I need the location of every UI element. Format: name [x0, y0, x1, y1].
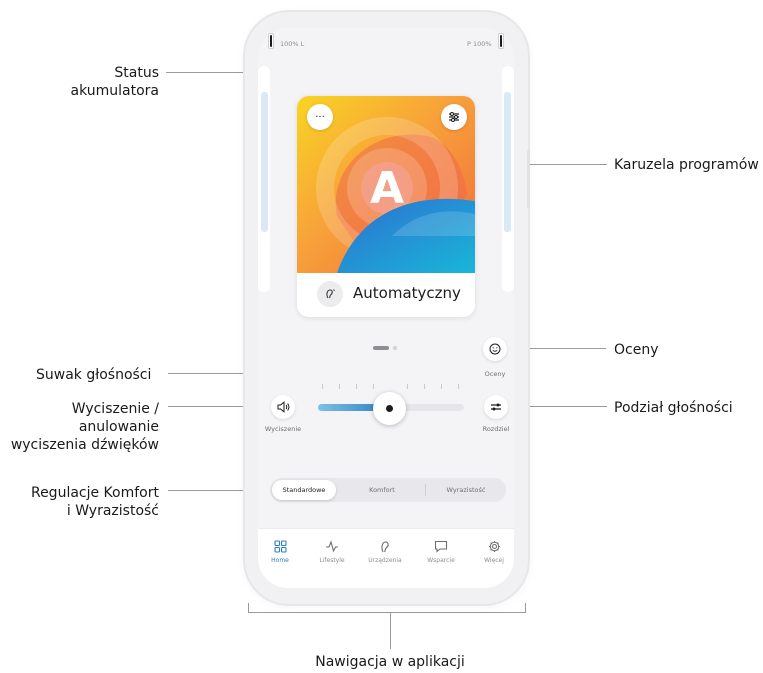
mute-label: Wyciszenie — [264, 425, 302, 433]
annotation-battery-status: Status akumulatora — [71, 64, 160, 100]
tab-lifestyle-label: Lifestyle — [319, 557, 345, 564]
tab-support[interactable]: Wsparcie — [419, 540, 463, 564]
annotation-comfort: Regulacje Komfort i Wyrazistość — [31, 484, 159, 520]
annotation-mute: Wyciszenie / anulowanie wyciszenia dźwię… — [11, 400, 159, 454]
tab-lifestyle[interactable]: Lifestyle — [310, 540, 354, 564]
battery-left-icon — [268, 33, 274, 49]
gear-icon — [488, 541, 500, 552]
ratings-label: Oceny — [484, 370, 506, 378]
tab-devices-label: Urządzenia — [368, 557, 402, 564]
carousel-next-card[interactable] — [502, 66, 514, 292]
volume-split-label: Rozdziel — [482, 425, 510, 433]
volume-slider-thumb[interactable] — [373, 392, 407, 425]
annotation-mute-line1: Wyciszenie / — [71, 401, 159, 417]
segment-clarity[interactable]: Wyrazistość — [428, 480, 504, 500]
battery-right-icon — [498, 33, 504, 49]
segment-comfort[interactable]: Komfort — [342, 480, 422, 500]
annotation-comfort-line2: i Wyrazistość — [66, 503, 159, 519]
annotation-mute-line3: wyciszenia dźwięków — [10, 437, 159, 453]
program-card[interactable]: A ··· Automatyczny — [297, 96, 475, 317]
leader-navigation — [390, 613, 391, 649]
slider-tick — [339, 384, 340, 389]
annotation-comfort-line1: Regulacje Komfort — [30, 485, 159, 501]
pager-dot — [393, 346, 397, 350]
tab-more-label: Więcej — [484, 557, 504, 564]
slider-tick — [356, 384, 357, 389]
more-dots-icon: ··· — [315, 111, 325, 123]
smiley-icon — [489, 343, 501, 355]
sound-mode-segmented-control: Standardowe Komfort Wyrazistość — [270, 478, 506, 502]
mute-button[interactable] — [271, 395, 295, 419]
navigation-bracket — [248, 603, 526, 613]
slider-tick — [424, 384, 425, 389]
carousel-prev-card[interactable] — [258, 66, 270, 292]
battery-left-text: 100% L — [280, 40, 305, 48]
activity-icon — [326, 540, 338, 553]
program-name: Automatyczny — [353, 284, 461, 302]
split-icon — [491, 403, 501, 411]
annotation-volume-slider: Suwak głośności — [36, 367, 152, 383]
annotation-mute-line2: anulowanie — [78, 419, 159, 435]
tab-home-label: Home — [271, 557, 289, 564]
program-type-icon — [317, 281, 343, 307]
ratings-button[interactable] — [483, 337, 507, 361]
segment-divider — [425, 484, 426, 496]
slider-tick — [458, 384, 459, 389]
tab-home[interactable]: Home — [258, 540, 302, 564]
annotation-carousel: Karuzela programów — [614, 157, 759, 173]
program-settings-button[interactable] — [441, 104, 467, 130]
sliders-icon — [449, 112, 459, 122]
segment-standard[interactable]: Standardowe — [272, 480, 336, 500]
pager-dot-active — [373, 346, 389, 350]
annotation-battery-line2: akumulatora — [70, 83, 160, 99]
volume-split-button[interactable] — [484, 395, 508, 419]
grid-icon — [273, 540, 287, 553]
annotation-battery-line1: Status — [114, 65, 159, 81]
speaker-icon — [277, 401, 289, 413]
slider-tick — [322, 384, 323, 389]
program-name-row: Automatyczny — [297, 273, 475, 317]
hearing-aid-icon — [380, 541, 389, 553]
slider-tick — [407, 384, 408, 389]
chat-icon — [434, 540, 448, 553]
hearing-aid-icon — [326, 289, 335, 299]
battery-right-text: P 100% — [467, 40, 492, 48]
slider-tick — [373, 384, 374, 389]
annotation-ratings: Oceny — [614, 342, 659, 358]
tab-devices[interactable]: Urządzenia — [363, 540, 407, 564]
program-letter: A — [370, 163, 404, 214]
program-more-button[interactable]: ··· — [307, 104, 333, 130]
tab-support-label: Wsparcie — [427, 557, 455, 564]
slider-tick — [441, 384, 442, 389]
annotation-navigation: Nawigacja w aplikacji — [315, 654, 465, 670]
phone-side-button — [527, 150, 530, 208]
annotation-volume-split: Podział głośności — [614, 400, 733, 416]
tab-more[interactable]: Więcej — [472, 540, 516, 564]
